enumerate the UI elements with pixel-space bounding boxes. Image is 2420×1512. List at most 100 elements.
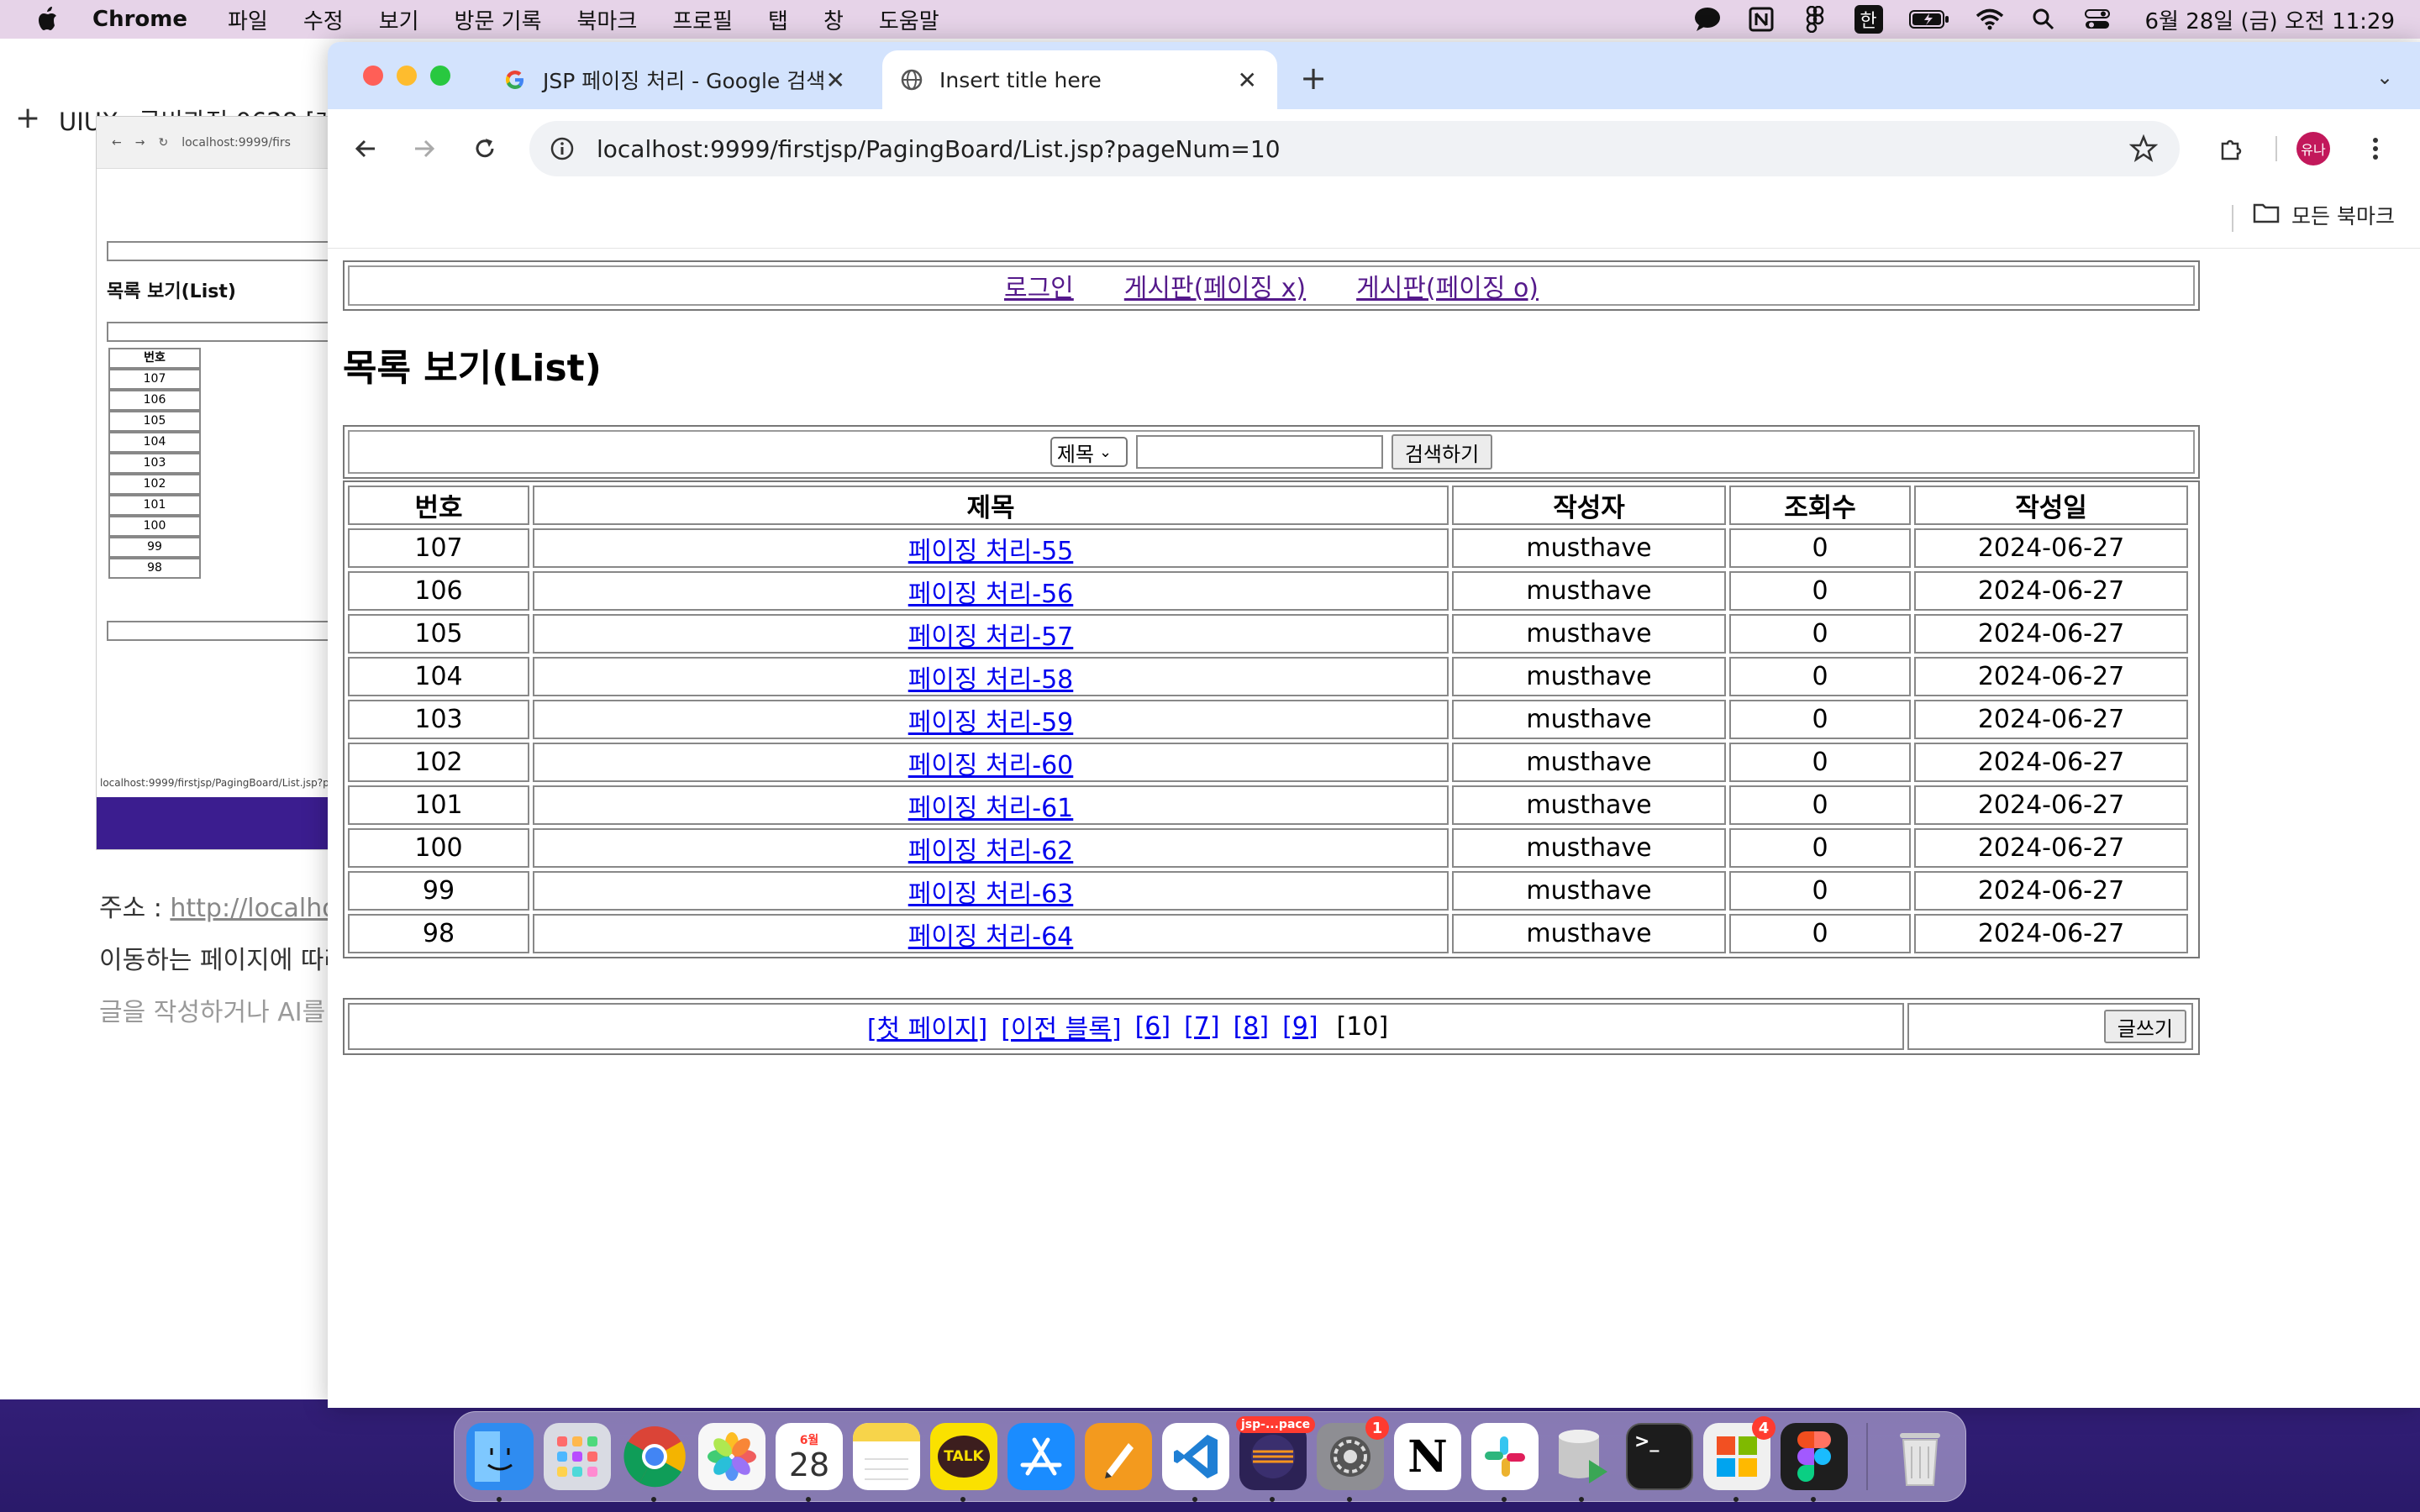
- row-views: 0: [1729, 528, 1911, 568]
- dock-notes-icon[interactable]: [853, 1423, 920, 1490]
- dock-terminal-icon[interactable]: >_: [1626, 1423, 1693, 1490]
- post-title-link[interactable]: 페이징 처리-55: [908, 530, 1074, 567]
- post-title-link[interactable]: 페이징 처리-63: [908, 873, 1074, 910]
- menu-window[interactable]: 창: [823, 4, 844, 35]
- menu-tab[interactable]: 탭: [768, 4, 788, 35]
- apple-menu-icon[interactable]: [34, 4, 64, 34]
- menu-view[interactable]: 보기: [379, 4, 419, 35]
- table-row: 107 페이징 처리-55 musthave 0 2024-06-27: [346, 527, 2196, 570]
- search-field-select[interactable]: 제목 ⌄: [1050, 437, 1128, 467]
- dock-calendar-icon[interactable]: 6월 28: [776, 1423, 843, 1502]
- prev-block-link[interactable]: [이전 블록]: [1001, 1008, 1121, 1045]
- page-link-7[interactable]: [7]: [1184, 1012, 1220, 1042]
- menu-file[interactable]: 파일: [228, 4, 268, 35]
- row-views: 0: [1729, 828, 1911, 868]
- first-page-link[interactable]: [첫 페이지]: [867, 1008, 987, 1045]
- tab-insert-title[interactable]: Insert title here ✕: [882, 50, 1277, 109]
- doc-line-placeholder[interactable]: 글을 작성하거나 AI를: [99, 991, 325, 1028]
- dock-photos-icon[interactable]: [698, 1423, 765, 1490]
- dock-launchpad-icon[interactable]: [544, 1423, 611, 1490]
- bookmark-star-icon[interactable]: [2128, 134, 2159, 163]
- zoom-window-button[interactable]: [430, 66, 450, 86]
- all-bookmarks-label: 모든 북마크: [2291, 204, 2395, 228]
- figma-icon[interactable]: [1801, 5, 1829, 34]
- column-header-views: 조회수: [1729, 486, 1911, 525]
- messages-icon[interactable]: [1693, 5, 1722, 34]
- dock-finder-icon[interactable]: [466, 1423, 534, 1502]
- dock-eclipse-icon[interactable]: jsp-...pace: [1236, 1416, 1316, 1502]
- page-link-8[interactable]: [8]: [1234, 1012, 1270, 1042]
- page-link-9[interactable]: [9]: [1282, 1012, 1318, 1042]
- minimize-window-button[interactable]: [397, 66, 417, 86]
- extensions-icon[interactable]: [2210, 128, 2252, 170]
- post-title-link[interactable]: 페이징 처리-56: [908, 573, 1074, 610]
- search-input[interactable]: [1135, 435, 1383, 469]
- dock-app-store-icon[interactable]: [1007, 1423, 1075, 1490]
- table-row: 102 페이징 처리-60 musthave 0 2024-06-27: [346, 741, 2196, 784]
- dock-vscode-icon[interactable]: [1162, 1423, 1229, 1502]
- menubar-clock[interactable]: 6월 28일 (금) 오전 11:29: [2145, 4, 2396, 35]
- search-button[interactable]: 검색하기: [1391, 434, 1493, 470]
- control-center-icon[interactable]: [2083, 5, 2112, 34]
- board-no-paging-link[interactable]: 게시판(페이징 x): [1124, 267, 1306, 304]
- close-tab-icon[interactable]: ✕: [826, 66, 845, 94]
- write-button[interactable]: 글쓰기: [2103, 1010, 2186, 1043]
- dock-database-icon[interactable]: [1549, 1423, 1616, 1502]
- all-bookmarks-button[interactable]: 모든 북마크: [2253, 200, 2395, 230]
- post-title-link[interactable]: 페이징 처리-59: [908, 701, 1074, 738]
- reload-button[interactable]: [464, 128, 506, 170]
- screenshot-cell: 번호: [108, 348, 201, 369]
- site-info-icon[interactable]: [548, 134, 576, 163]
- url-text[interactable]: localhost:9999/firstjsp/PagingBoard/List…: [597, 135, 1281, 163]
- notion-icon[interactable]: [1747, 5, 1776, 34]
- globe-icon: [899, 67, 924, 92]
- input-han-icon[interactable]: 한: [1854, 5, 1883, 34]
- post-title-link[interactable]: 페이징 처리-60: [908, 744, 1074, 781]
- menu-history[interactable]: 방문 기록: [455, 4, 542, 35]
- menu-help[interactable]: 도움말: [879, 4, 939, 35]
- menu-profiles[interactable]: 프로필: [672, 4, 733, 35]
- dock-kakaotalk-icon[interactable]: TALK: [930, 1423, 997, 1502]
- post-title-link[interactable]: 페이징 처리-57: [908, 616, 1074, 653]
- post-title-link[interactable]: 페이징 처리-64: [908, 916, 1074, 953]
- back-button[interactable]: [345, 128, 387, 170]
- dock-pages-icon[interactable]: [1085, 1423, 1152, 1490]
- spotlight-icon[interactable]: [2029, 5, 2058, 34]
- wifi-icon[interactable]: [1975, 5, 2004, 34]
- address-bar[interactable]: localhost:9999/firstjsp/PagingBoard/List…: [529, 121, 2180, 176]
- more-menu-icon[interactable]: [2354, 128, 2396, 170]
- post-title-link[interactable]: 페이징 처리-62: [908, 830, 1074, 867]
- menu-edit[interactable]: 수정: [303, 4, 344, 35]
- row-date: 2024-06-27: [1914, 743, 2188, 782]
- profile-button[interactable]: 유나: [2292, 128, 2334, 170]
- post-title-link[interactable]: 페이징 처리-61: [908, 787, 1074, 824]
- battery-icon[interactable]: [1908, 5, 1950, 34]
- dock-trash-icon[interactable]: [1886, 1423, 1954, 1490]
- forward-button[interactable]: [403, 128, 445, 170]
- tab-search-chevron-icon[interactable]: ⌄: [2368, 60, 2402, 94]
- close-window-button[interactable]: [363, 66, 383, 86]
- tab-google-search[interactable]: JSP 페이징 처리 - Google 검색 ✕: [487, 50, 865, 109]
- forward-icon: →: [134, 135, 145, 150]
- close-tab-icon[interactable]: ✕: [1238, 66, 1257, 94]
- dock-notion-icon[interactable]: N: [1394, 1423, 1461, 1490]
- add-page-icon[interactable]: +: [15, 101, 40, 135]
- dock-system-settings-icon[interactable]: 1: [1317, 1416, 1389, 1502]
- login-link[interactable]: 로그인: [1004, 267, 1074, 304]
- doc-address-link[interactable]: http://localho: [170, 894, 337, 923]
- page-link-6[interactable]: [6]: [1135, 1012, 1171, 1042]
- post-title-link[interactable]: 페이징 처리-58: [908, 659, 1074, 696]
- doc-line-description[interactable]: 이동하는 페이지에 따라: [99, 939, 347, 976]
- search-field-value: 제목: [1056, 442, 1094, 466]
- browser-toolbar: localhost:9999/firstjsp/PagingBoard/List…: [328, 109, 2420, 188]
- new-tab-button[interactable]: +: [1292, 57, 1334, 99]
- dock-figma-icon[interactable]: [1781, 1423, 1848, 1502]
- row-views: 0: [1729, 571, 1911, 611]
- menu-app-name[interactable]: Chrome: [92, 7, 187, 32]
- row-writer: musthave: [1452, 614, 1726, 654]
- menu-bookmarks[interactable]: 북마크: [577, 4, 638, 35]
- dock-chrome-icon[interactable]: [621, 1423, 688, 1502]
- dock-microsoft-office-icon[interactable]: 4: [1703, 1416, 1776, 1502]
- board-paging-link[interactable]: 게시판(페이징 o): [1356, 267, 1539, 304]
- dock-slack-icon[interactable]: [1471, 1423, 1539, 1502]
